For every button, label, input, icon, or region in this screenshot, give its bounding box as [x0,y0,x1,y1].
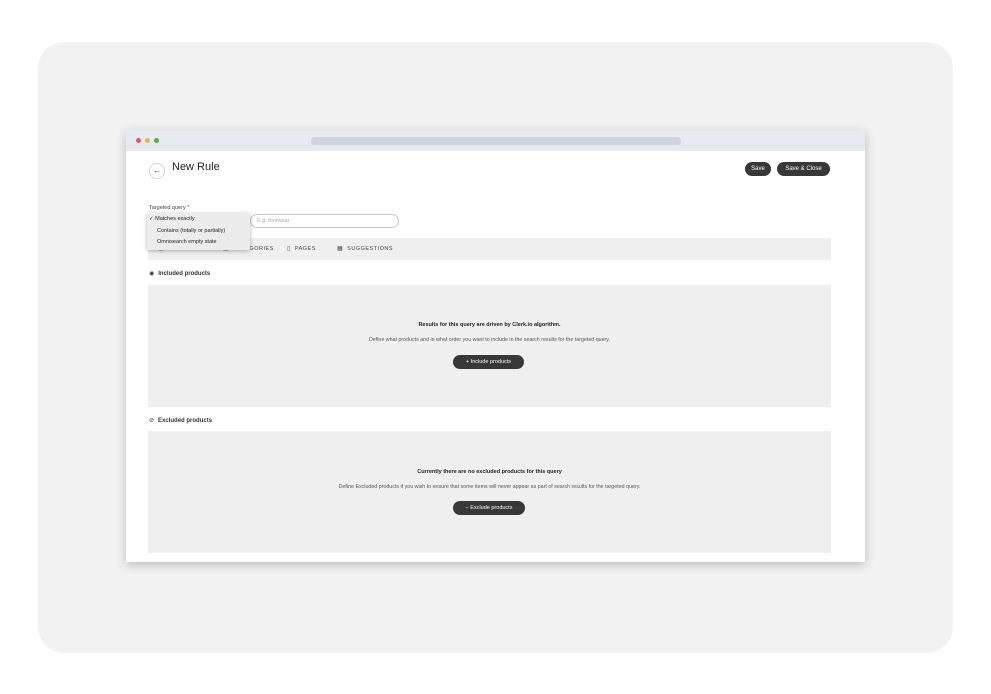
include-products-button[interactable]: + Include products [453,355,524,369]
included-heading-text: Included products [158,271,211,277]
page-icon: ▯ [287,246,291,252]
dropdown-option-contains[interactable]: Contains (totally or partially) [157,228,225,234]
browser-window: ← New Rule Save Save & Close Targeted qu… [126,130,865,562]
excluded-panel-title: Currently there are no excluded products… [417,469,562,475]
minimize-window-dot[interactable] [145,138,150,143]
included-products-panel: Results for this query are driven by Cle… [148,285,831,407]
included-panel-description: Define what products and in what order y… [368,337,611,343]
close-window-dot[interactable] [136,138,141,143]
suggestions-icon: ▦ [337,246,344,252]
eye-icon: ◉ [149,271,155,277]
maximize-window-dot[interactable] [154,138,159,143]
excluded-products-panel: Currently there are no excluded products… [148,431,831,553]
match-type-dropdown[interactable]: ✓ Matches exactly Contains (totally or p… [147,213,250,250]
content-tabs: ▢PRODUCTS ▤CATEGORIES ▯PAGES ▦SUGGESTION… [148,238,831,260]
excluded-heading-text: Excluded products [158,418,213,424]
excluded-panel-description: Define Excluded products if you wish to … [338,484,641,490]
address-bar[interactable] [311,137,681,145]
tab-suggestions[interactable]: ▦ SUGGESTIONS [337,238,393,260]
targeted-query-label: Targeted query * [149,205,190,211]
save-and-close-button[interactable]: Save & Close [777,162,830,176]
excluded-products-heading: ⊘ Excluded products [149,417,212,424]
eye-off-icon: ⊘ [149,418,155,424]
save-button[interactable]: Save [745,162,771,176]
targeted-query-input[interactable]: E.g. footwear [250,214,399,228]
dropdown-option-omnisearch-empty[interactable]: Omnisearch empty state [157,239,217,245]
browser-chrome [126,130,865,151]
included-panel-title: Results for this query are driven by Cle… [418,322,561,328]
included-products-heading: ◉ Included products [149,270,210,277]
exclude-products-button[interactable]: − Exclude products [453,501,525,515]
dropdown-option-matches-exactly[interactable]: ✓ Matches exactly [149,216,195,222]
page-title: New Rule [172,161,220,173]
back-arrow-icon[interactable]: ← [149,163,165,179]
tab-label: SUGGESTIONS [347,246,394,252]
tab-label: PAGES [294,246,316,252]
tab-pages[interactable]: ▯ PAGES [287,238,316,260]
